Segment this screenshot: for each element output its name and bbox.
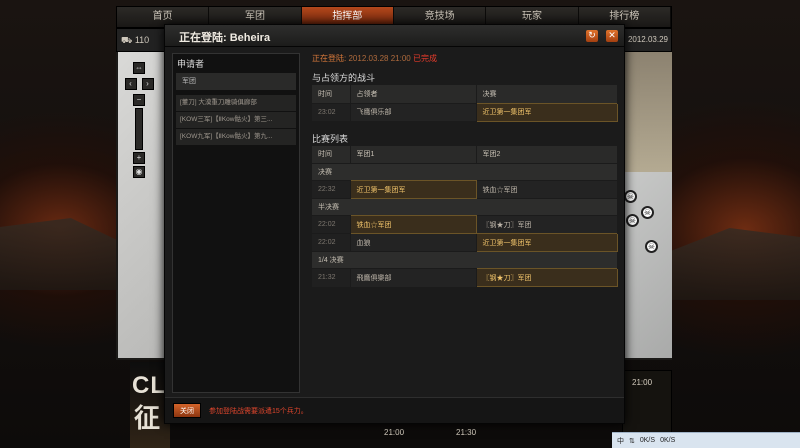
team2-name[interactable]: 铁血☆军团 — [476, 180, 618, 199]
refresh-icon[interactable]: ↻ — [586, 30, 598, 42]
leader-section-title: 与占领方的战斗 — [312, 73, 376, 83]
leader-table: 时间 占领者 决赛 23:02 飞鹰俱乐部 近卫第一集团军 — [312, 85, 618, 122]
skull-icon[interactable]: ☠ — [626, 214, 639, 227]
team2-name[interactable]: 〖钢★刀〗军团 — [475, 268, 618, 287]
download-speed: 0K/S — [660, 437, 676, 444]
match-time: 22:02 — [312, 215, 351, 234]
round-header: 决赛 — [312, 163, 618, 181]
skull-icon[interactable]: ☠ — [641, 206, 654, 219]
match-time: 22:32 — [312, 180, 351, 199]
system-tray: 中 ⇅ 0K/S 0K/S — [612, 432, 800, 448]
matches-col-team1: 军团1 — [350, 145, 477, 164]
landing-content: 正在登陆: 2012.03.28 21:00 已完成 与占领方的战斗 时间 占领… — [312, 53, 618, 287]
match-time: 21:32 — [312, 268, 351, 287]
status-state: 已完成 — [412, 54, 437, 63]
battle-time-1: 21:00 — [384, 428, 405, 437]
zoom-slider[interactable] — [135, 108, 143, 150]
skull-icon[interactable]: ☠ — [645, 240, 658, 253]
footer-message: 参加登陆战需要派遣15个兵力。 — [209, 408, 308, 415]
eye-icon[interactable]: ◉ — [133, 166, 145, 178]
team2-name[interactable]: 〖钢★刀〗军团 — [476, 215, 618, 234]
close-icon[interactable]: ✕ — [606, 30, 618, 42]
leader-col-occupier: 占领者 — [350, 85, 477, 103]
matches-title: 比赛列表 — [312, 133, 349, 144]
leader-col-time: 时间 — [312, 85, 351, 103]
round-header: 1/4 决赛 — [312, 251, 618, 269]
round-name: 半决赛 — [312, 198, 618, 216]
team2-name[interactable]: 近卫第一集团军 — [475, 233, 618, 252]
round-name: 1/4 决赛 — [312, 251, 618, 269]
dialog-footer: 关闭 参加登陆战需要派遣15个兵力。 — [165, 397, 624, 423]
occupier-name[interactable]: 飞鹰俱乐部 — [350, 102, 477, 121]
network-icon[interactable]: ⇅ — [629, 437, 635, 445]
player-count: 110 — [134, 35, 150, 45]
ime-icon[interactable]: 中 — [617, 436, 624, 446]
map-controls: ⇔ ‹ › − + ◉ — [122, 60, 156, 180]
leader-col-final: 决赛 — [476, 85, 618, 103]
pan-left-button[interactable]: ‹ — [124, 78, 137, 90]
team1-name[interactable]: 近卫第一集团军 — [349, 180, 477, 199]
applicant-row[interactable]: [KOW九军]【ⅡΚow骷火】第九... — [176, 129, 296, 145]
dialog-header: 正在登陆: Beheira ↻ ✕ — [165, 25, 624, 47]
table-row: 21:32 飛鷹俱樂部 〖钢★刀〗军团 — [312, 268, 618, 287]
table-row: 23:02 飞鹰俱乐部 近卫第一集团军 — [312, 102, 618, 122]
zoom-out-button[interactable]: − — [133, 94, 145, 106]
team1-name[interactable]: 飛鷹俱樂部 — [350, 268, 477, 287]
team1-name[interactable]: 血狼 — [350, 233, 477, 252]
pan-right-button[interactable]: › — [141, 78, 154, 90]
skull-icon[interactable]: ☠ — [624, 190, 637, 203]
close-button[interactable]: 关闭 — [173, 403, 201, 418]
zoom-in-button[interactable]: + — [133, 152, 145, 164]
match-time: 22:02 — [312, 233, 351, 252]
match-time: 23:02 — [312, 102, 351, 121]
final-winner[interactable]: 近卫第一集团军 — [475, 102, 618, 122]
round-header: 半决赛 — [312, 198, 618, 216]
table-row: 22:02 铁血☆军团 〖钢★刀〗军团 — [312, 215, 618, 234]
landing-dialog: 正在登陆: Beheira ↻ ✕ 申请者 军团 [董刀] 大漠重刀雕骑俱廊部 … — [164, 24, 625, 424]
upload-speed: 0K/S — [639, 437, 656, 444]
applicants-panel: 申请者 军团 [董刀] 大漠重刀雕骑俱廊部 [KOW三军]【ⅡΚow骷火】第三.… — [172, 53, 300, 393]
battle-time-2: 21:30 — [456, 428, 477, 437]
table-row: 22:32 近卫第一集团军 铁血☆军团 — [312, 180, 618, 199]
applicant-row[interactable]: [KOW三军]【ⅡΚow骷火】第三... — [176, 112, 296, 128]
landing-status: 正在登陆: 2012.03.28 21:00 已完成 — [312, 53, 618, 67]
matches-col-time: 时间 — [312, 145, 351, 164]
round-name: 决赛 — [312, 163, 618, 181]
team1-name[interactable]: 铁血☆军团 — [349, 215, 477, 234]
applicant-row[interactable]: [董刀] 大漠重刀雕骑俱廊部 — [176, 95, 296, 111]
matches-table: 时间 军团1 军团2 决赛 22:32 近卫第一集团军 铁血☆军团 半决赛 22… — [312, 145, 618, 287]
status-label: 正在登陆: — [312, 54, 347, 63]
status-time: 2012.03.28 21:00 — [348, 54, 411, 63]
applicants-column-header: 军团 — [176, 73, 296, 90]
map-home-button[interactable]: ⇔ — [133, 62, 145, 74]
schedule-time: 21:00 — [632, 378, 653, 387]
dialog-title: 正在登陆: Beheira — [179, 32, 271, 44]
matches-col-team2: 军团2 — [476, 145, 618, 164]
applicants-title: 申请者 — [177, 59, 205, 69]
table-row: 22:02 血狼 近卫第一集团军 — [312, 233, 618, 252]
tank-icon: ⛟ — [121, 35, 135, 45]
clan-banner-cn: 征 — [134, 403, 161, 433]
